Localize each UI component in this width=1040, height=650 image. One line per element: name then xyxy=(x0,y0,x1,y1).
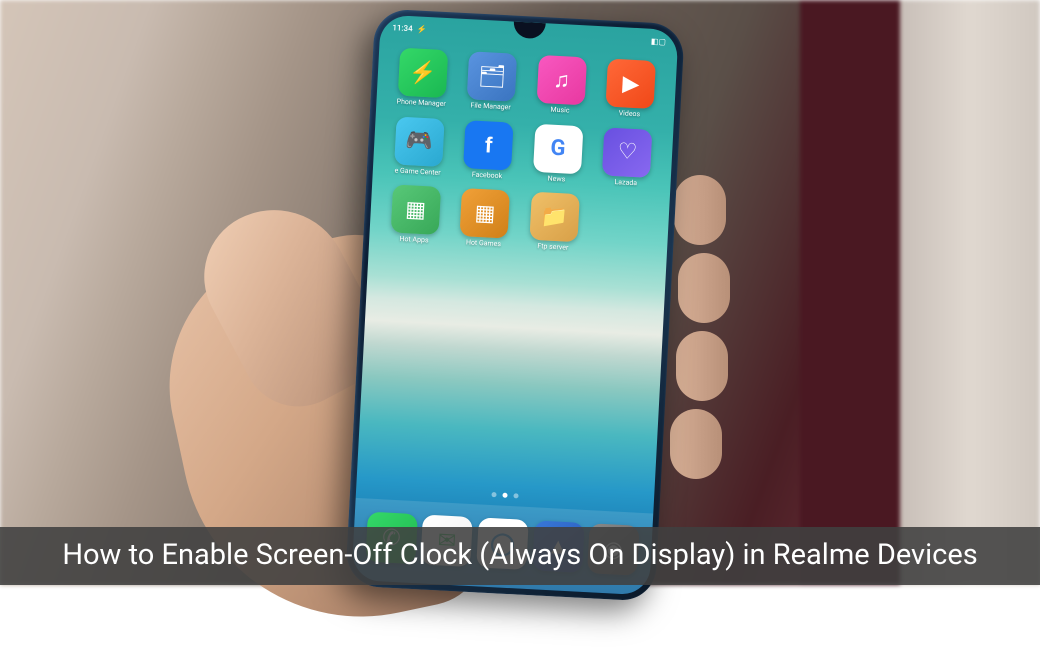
app-game-center[interactable]: 🎮 e Game Center xyxy=(387,116,451,178)
status-time: 11:34 xyxy=(392,23,413,33)
facebook-icon: f xyxy=(463,120,513,170)
game-center-icon: 🎮 xyxy=(394,116,444,166)
app-label: e Game Center xyxy=(394,167,440,177)
ftp-icon: 📁 xyxy=(529,192,579,242)
phone-screen: 11:34 ⚡ ◧▢ ⚡ Phone Manager 🗂 File Manage… xyxy=(351,15,678,596)
app-label: File Manager xyxy=(470,102,511,112)
dot xyxy=(513,493,518,498)
app-label: Music xyxy=(550,107,569,116)
battery-icon: ◧▢ xyxy=(651,36,667,46)
app-label: News xyxy=(547,175,565,184)
file-manager-icon: 🗂 xyxy=(467,51,517,101)
phone-manager-icon: ⚡ xyxy=(398,48,448,98)
videos-icon: ▶ xyxy=(606,59,656,109)
app-label: Phone Manager xyxy=(396,99,446,109)
app-label: Lazada xyxy=(614,179,637,188)
dot-active xyxy=(502,493,507,498)
app-hot-games[interactable]: ▦ Hot Games xyxy=(452,188,516,250)
smartphone-device: 11:34 ⚡ ◧▢ ⚡ Phone Manager 🗂 File Manage… xyxy=(345,8,685,601)
app-label: Hot Games xyxy=(466,240,501,250)
news-icon: G xyxy=(533,123,583,173)
page-indicator xyxy=(491,492,518,498)
app-hot-apps[interactable]: ▦ Hot Apps xyxy=(383,184,447,246)
music-icon: ♫ xyxy=(536,55,586,105)
hot-games-icon: ▦ xyxy=(460,188,510,238)
app-label: Ftp server xyxy=(537,243,568,252)
app-lazada[interactable]: ♡ Lazada xyxy=(595,127,659,189)
status-icon: ⚡ xyxy=(416,24,426,34)
home-app-grid: ⚡ Phone Manager 🗂 File Manager ♫ Music ▶… xyxy=(383,47,663,257)
app-file-manager[interactable]: 🗂 File Manager xyxy=(460,51,524,113)
app-label: Facebook xyxy=(472,171,503,180)
dot xyxy=(491,492,496,497)
lazada-icon: ♡ xyxy=(602,127,652,177)
app-ftp-server[interactable]: 📁 Ftp server xyxy=(522,192,586,254)
app-label: Videos xyxy=(618,110,640,119)
app-videos[interactable]: ▶ Videos xyxy=(598,58,662,120)
app-label: Hot Apps xyxy=(399,236,428,245)
app-phone-manager[interactable]: ⚡ Phone Manager xyxy=(390,47,454,109)
hot-apps-icon: ▦ xyxy=(390,185,440,235)
app-music[interactable]: ♫ Music xyxy=(529,55,593,117)
app-facebook[interactable]: f Facebook xyxy=(456,120,520,182)
article-caption: How to Enable Screen-Off Clock (Always O… xyxy=(0,527,1040,585)
app-news[interactable]: G News xyxy=(525,123,589,185)
